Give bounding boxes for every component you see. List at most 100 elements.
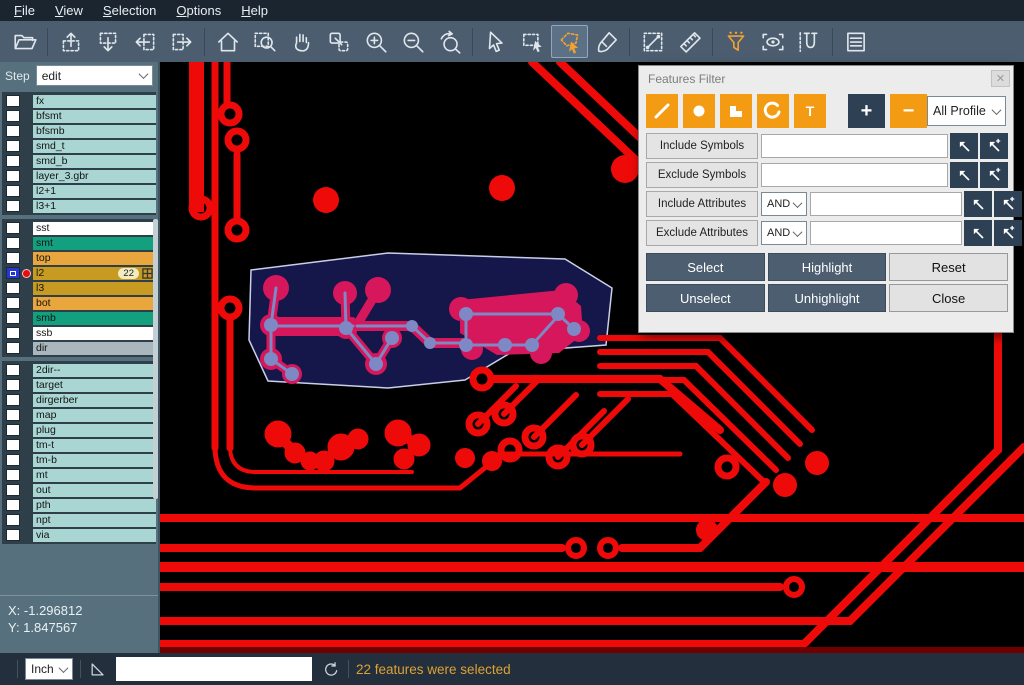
exclude-symbols-input[interactable] [761,163,948,187]
layer-checkbox-layer_3.gbr[interactable] [6,170,20,182]
pick-from-canvas-icon[interactable] [950,162,978,188]
layer-name[interactable]: sst [33,222,156,235]
zoom-previous-icon[interactable] [431,25,468,58]
shift-view-right-icon[interactable] [163,25,200,58]
layer-name[interactable]: bot [33,297,156,310]
layer-checkbox-map[interactable] [6,409,20,421]
layer-row-smb[interactable]: smb [4,311,156,325]
layer-name[interactable]: smt [33,237,156,250]
layer-checkbox-sst[interactable] [6,222,20,234]
layer-checkbox-smt[interactable] [6,237,20,249]
select-pointer-icon[interactable] [477,25,514,58]
layer-name[interactable]: dirgerber [33,394,156,407]
command-input[interactable] [116,657,312,681]
layer-row-fx[interactable]: fx [4,94,156,108]
layer-list-scrollbar[interactable] [153,219,158,499]
layer-row-bot[interactable]: bot [4,296,156,310]
zoom-selection-icon[interactable] [320,25,357,58]
layer-name[interactable]: fx [33,95,156,108]
pan-hand-icon[interactable] [283,25,320,58]
layer-checkbox-smd_b[interactable] [6,155,20,167]
layer-checkbox-npt[interactable] [6,514,20,526]
include-symbols-input[interactable] [761,134,948,158]
dialog-title-bar[interactable]: Features Filter ✕ [639,66,1013,91]
home-view-icon[interactable] [209,25,246,58]
feature-type-pad-icon[interactable] [683,94,715,128]
layer-row-bfsmt[interactable]: bfsmt [4,109,156,123]
layer-checkbox-dir[interactable] [6,342,20,354]
layer-checkbox-bfsmb[interactable] [6,125,20,137]
layer-checkbox-tm-t[interactable] [6,439,20,451]
layer-name[interactable]: l3+1 [33,200,156,213]
layer-name[interactable]: target [33,379,156,392]
layer-row-pth[interactable]: pth [4,498,156,512]
layer-name[interactable]: 2dir-- [33,364,156,377]
layer-name[interactable]: smd_t [33,140,156,153]
layer-checkbox-l2[interactable] [6,267,20,279]
layer-row-out[interactable]: out [4,483,156,497]
layer-checkbox-out[interactable] [6,484,20,496]
menu-item-help[interactable]: Help [231,0,278,21]
pick-add-from-canvas-icon[interactable] [994,191,1022,217]
layer-row-mt[interactable]: mt [4,468,156,482]
exclude-attributes-button[interactable]: Exclude Attributes [646,220,758,246]
menu-item-options[interactable]: Options [166,0,231,21]
layer-name[interactable]: out [33,484,156,497]
exclude-symbols-button[interactable]: Exclude Symbols [646,162,758,188]
layer-name[interactable]: bfsmt [33,110,156,123]
highlight-button[interactable]: Highlight [768,253,887,281]
layer-checkbox-smd_t[interactable] [6,140,20,152]
layer-name[interactable]: npt [33,514,156,527]
select-rectangle-icon[interactable] [514,25,551,58]
layer-checkbox-l3+1[interactable] [6,200,20,212]
layer-checkbox-tm-b[interactable] [6,454,20,466]
measure-ruler-icon[interactable] [671,25,708,58]
menu-item-file[interactable]: File [4,0,45,21]
pick-from-canvas-icon[interactable] [964,220,992,246]
layer-name[interactable]: ssb [33,327,156,340]
layer-name[interactable]: pth [33,499,156,512]
unselect-button[interactable]: Unselect [646,284,765,312]
menu-item-view[interactable]: View [45,0,93,21]
zoom-out-icon[interactable] [394,25,431,58]
layer-checkbox-2dir--[interactable] [6,364,20,376]
layer-checkbox-smb[interactable] [6,312,20,324]
exclude-attributes-input[interactable] [810,221,962,245]
angle-measure-icon[interactable] [88,659,108,679]
layer-checkbox-bfsmt[interactable] [6,110,20,122]
include-attributes-button[interactable]: Include Attributes [646,191,758,217]
layer-row-2dir--[interactable]: 2dir-- [4,363,156,377]
layer-row-plug[interactable]: plug [4,423,156,437]
step-select[interactable]: edit [36,65,153,86]
feature-type-arc-icon[interactable] [757,94,789,128]
layer-row-tm-t[interactable]: tm-t [4,438,156,452]
add-filter-button[interactable]: + [848,94,885,128]
layer-row-l2+1[interactable]: l2+1 [4,184,156,198]
layer-name[interactable]: bfsmb [33,125,156,138]
layer-row-smd_t[interactable]: smd_t [4,139,156,153]
layer-name[interactable]: tm-t [33,439,156,452]
pick-add-from-canvas-icon[interactable] [994,220,1022,246]
layer-row-dir[interactable]: dir [4,341,156,355]
pick-from-canvas-icon[interactable] [964,191,992,217]
include-attributes-operator-select[interactable]: AND [761,192,807,216]
layer-name[interactable]: layer_3.gbr [33,170,156,183]
layer-name[interactable]: map [33,409,156,422]
select-polygon-icon[interactable] [551,25,588,58]
include-symbols-button[interactable]: Include Symbols [646,133,758,159]
layer-row-bfsmb[interactable]: bfsmb [4,124,156,138]
select-button[interactable]: Select [646,253,765,281]
layer-checkbox-mt[interactable] [6,469,20,481]
layer-checkbox-l2+1[interactable] [6,185,20,197]
layer-name[interactable]: smd_b [33,155,156,168]
layer-name[interactable]: plug [33,424,156,437]
reset-button[interactable]: Reset [889,253,1008,281]
layer-row-l3[interactable]: l3 [4,281,156,295]
feature-type-line-icon[interactable] [646,94,678,128]
layer-row-via[interactable]: via [4,528,156,542]
measure-distance-icon[interactable] [634,25,671,58]
feature-type-surface-icon[interactable] [720,94,752,128]
layer-checkbox-top[interactable] [6,252,20,264]
layer-checkbox-dirgerber[interactable] [6,394,20,406]
pick-from-canvas-icon[interactable] [950,133,978,159]
